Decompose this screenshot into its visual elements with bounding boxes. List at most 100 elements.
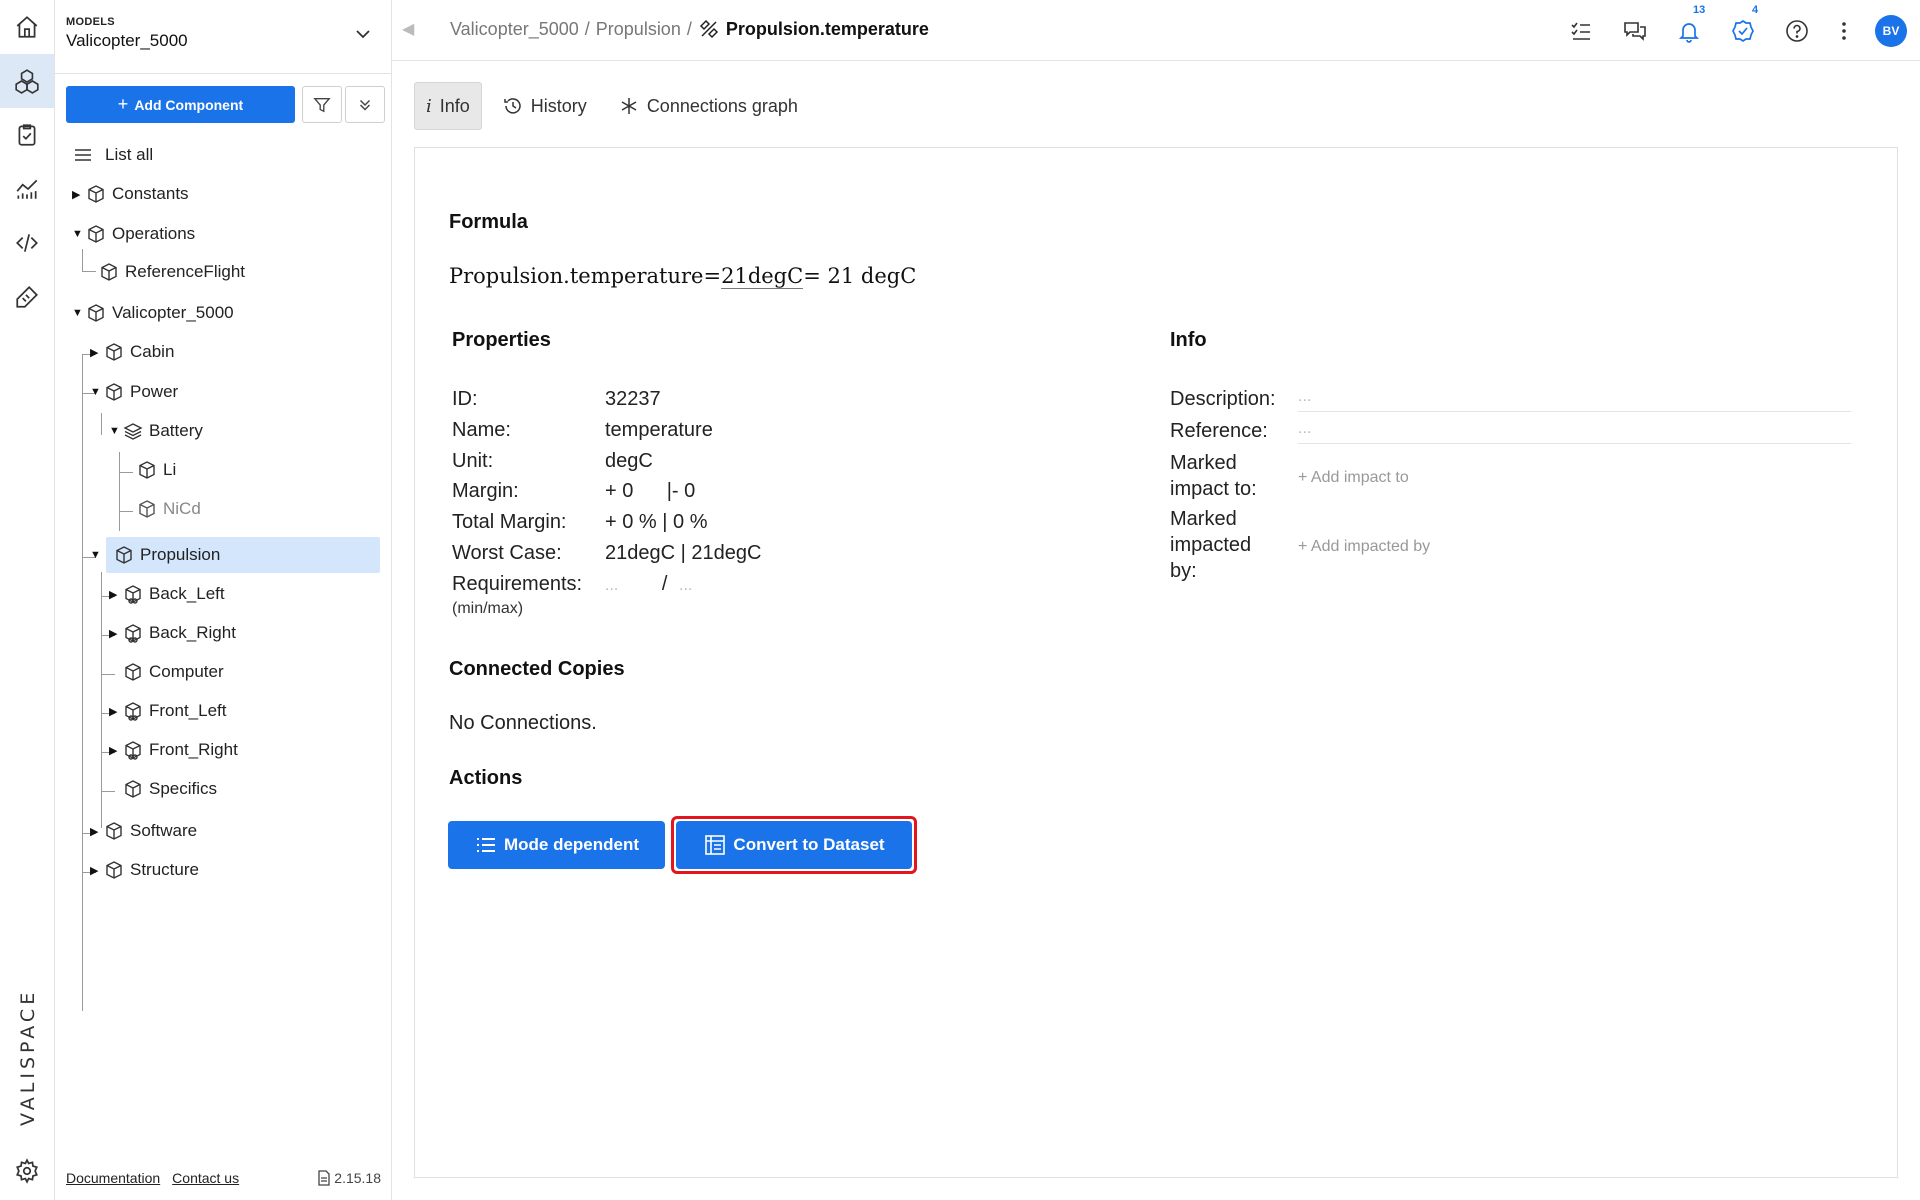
components-sidebar: MODELS Valicopter_5000 + Add Component L… (55, 0, 392, 1200)
expand-arrow-icon[interactable]: ▶ (72, 188, 86, 201)
tree-item-valicopter[interactable]: ▼ Valicopter_5000 (72, 295, 234, 331)
worst-case-value: 21degC | 21degC (605, 542, 762, 564)
tree-item-front-left[interactable]: ▶ Front_Left (109, 693, 227, 729)
tree-item-back-left[interactable]: ▶ Back_Left (109, 576, 225, 612)
actions-heading: Actions (449, 767, 523, 789)
contact-link[interactable]: Contact us (172, 1170, 239, 1186)
tab-info[interactable]: i Info (414, 82, 482, 130)
mode-dependent-button[interactable]: Mode dependent (448, 821, 665, 869)
expand-arrow-icon[interactable]: ▶ (90, 864, 104, 877)
cube-icon (88, 185, 104, 203)
expand-arrow-icon[interactable]: ▶ (90, 346, 104, 359)
tests-icon[interactable] (0, 270, 54, 324)
user-avatar[interactable]: BV (1875, 14, 1907, 47)
cube-icon (106, 383, 122, 401)
formula-result: 21 degC (820, 264, 917, 288)
tab-history[interactable]: History (492, 82, 598, 130)
settings-gear-icon[interactable] (14, 1158, 40, 1184)
tree-item-front-right[interactable]: ▶ Front_Right (109, 732, 238, 768)
expand-arrow-icon[interactable]: ▶ (109, 705, 123, 718)
tasks-button[interactable]: 4 (1716, 0, 1770, 61)
checklist-button[interactable] (1554, 0, 1608, 61)
collapse-sidebar-icon[interactable]: ◀ (402, 19, 418, 39)
add-impact-to-link[interactable]: + Add impact to (1298, 469, 1409, 487)
collapse-arrow-icon[interactable]: ▼ (72, 307, 86, 319)
expand-arrow-icon[interactable]: ▶ (90, 825, 104, 838)
reference-field[interactable]: ... (1298, 418, 1851, 444)
reference-label: Reference: (1170, 420, 1268, 442)
tree-item-structure[interactable]: ▶ Structure (90, 852, 199, 888)
analytics-icon[interactable] (0, 162, 54, 216)
tree-item-list-all[interactable]: List all (73, 137, 153, 173)
requirement-max[interactable]: ... (679, 577, 692, 594)
documentation-link[interactable]: Documentation (66, 1170, 160, 1186)
code-icon[interactable] (0, 216, 54, 270)
expand-arrow-icon[interactable]: ▶ (109, 627, 123, 640)
tree-item-software[interactable]: ▶ Software (90, 813, 197, 849)
notifications-button[interactable]: 13 (1662, 0, 1716, 61)
name-value[interactable]: temperature (605, 419, 713, 442)
detail-tabs: i Info History Connections graph (414, 82, 809, 130)
description-field[interactable]: ... (1298, 386, 1851, 412)
help-icon (1786, 19, 1808, 42)
list-icon (75, 149, 91, 161)
help-button[interactable] (1770, 0, 1824, 61)
collapse-arrow-icon[interactable]: ▼ (109, 425, 123, 437)
mode-dependent-label: Mode dependent (503, 835, 640, 854)
tree-item-computer[interactable]: Computer (123, 654, 224, 690)
document-icon (318, 1170, 330, 1186)
margin-value[interactable]: + 0 |- 0 (605, 480, 695, 503)
requirements-icon[interactable] (0, 108, 54, 162)
filter-button[interactable] (302, 86, 342, 123)
expand-arrow-icon[interactable]: ▶ (109, 744, 123, 757)
requirement-min[interactable]: ... (605, 577, 618, 594)
tree-item-nicd[interactable]: NiCd (137, 491, 201, 527)
cube-icon (125, 663, 141, 681)
plus-icon: + (117, 94, 129, 114)
components-icon[interactable] (0, 54, 54, 108)
expand-all-button[interactable] (345, 86, 385, 123)
home-icon[interactable] (0, 0, 54, 54)
more-menu-button[interactable] (1824, 0, 1864, 61)
collapse-arrow-icon[interactable]: ▼ (90, 386, 104, 398)
tree-item-battery[interactable]: ▼ Battery (109, 413, 203, 449)
add-impacted-by-link[interactable]: + Add impacted by (1298, 538, 1430, 556)
double-chevron-down-icon (359, 99, 371, 111)
breadcrumb-separator: / (686, 18, 692, 39)
model-selector[interactable]: MODELS Valicopter_5000 (55, 0, 391, 74)
tree-item-back-right[interactable]: ▶ Back_Right (109, 615, 236, 651)
tree-label: Front_Left (149, 701, 227, 720)
chevron-down-icon[interactable] (353, 24, 373, 44)
cube-icon (139, 461, 155, 479)
tree-label: Specifics (149, 779, 218, 798)
formula-expression[interactable]: 21degC (721, 264, 804, 289)
tree-item-constants[interactable]: ▶ Constants (72, 176, 189, 212)
margin-label: Margin: (452, 480, 519, 502)
history-icon (504, 98, 521, 114)
info-panel: Formula Propulsion.temperature=21degC= 2… (414, 147, 1898, 1178)
tree-item-power[interactable]: ▼ Power (90, 374, 178, 410)
unit-value[interactable]: degC (605, 450, 653, 473)
expand-arrow-icon[interactable]: ▶ (109, 588, 123, 601)
collapse-arrow-icon[interactable]: ▼ (90, 549, 104, 561)
breadcrumb-root[interactable]: Valicopter_5000 (450, 19, 579, 40)
add-component-button[interactable]: + Add Component (66, 86, 295, 123)
chat-button[interactable] (1608, 0, 1662, 61)
tree-item-referenceflight[interactable]: ReferenceFlight (99, 254, 245, 290)
tree-item-cabin[interactable]: ▶ Cabin (90, 334, 174, 370)
tree-item-specifics[interactable]: Specifics (123, 771, 217, 807)
collapse-arrow-icon[interactable]: ▼ (72, 228, 86, 240)
tab-connections-graph[interactable]: Connections graph (608, 82, 809, 130)
add-component-label: Add Component (134, 96, 244, 113)
label-line: impact to: (1170, 478, 1257, 500)
tree-label: Software (130, 821, 198, 840)
tree-item-propulsion[interactable]: ▼ Propulsion (90, 537, 380, 573)
breadcrumb-current: Propulsion.temperature (698, 18, 929, 40)
chat-icon (1624, 21, 1646, 41)
tree-item-li[interactable]: Li (137, 452, 176, 488)
total-margin-label: Total Margin: (452, 511, 567, 533)
breadcrumb-parent[interactable]: Propulsion (596, 19, 681, 40)
check-badge-icon (1732, 19, 1754, 42)
models-kicker: MODELS (66, 16, 115, 28)
tree-item-operations[interactable]: ▼ Operations (72, 216, 195, 252)
